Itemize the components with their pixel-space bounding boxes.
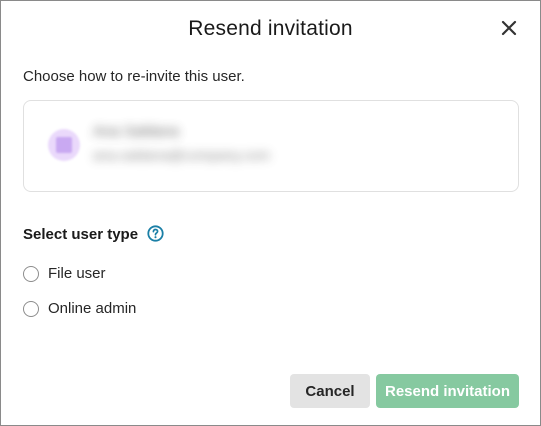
close-icon[interactable] [500,19,518,37]
user-card: Ana Saldana ana.saldana@company.com [23,100,519,192]
resend-invitation-button[interactable]: Resend invitation [376,374,519,408]
intro-text: Choose how to re-invite this user. [23,68,245,85]
avatar [48,129,80,161]
radio-label-online-admin: Online admin [48,300,137,317]
dialog-title: Resend invitation [188,17,353,40]
radio-button[interactable] [23,300,39,317]
resend-invitation-dialog: Resend invitation Choose how to re-invit… [0,0,541,426]
radio-button[interactable] [23,265,39,282]
question-circle-icon[interactable] [147,225,164,242]
user-email: ana.saldana@company.com [93,147,270,163]
user-type-label: Select user type [23,226,139,243]
cancel-button[interactable]: Cancel [290,374,370,408]
user-name: Ana Saldana [93,123,179,140]
radio-file-user[interactable]: File user [23,265,106,282]
radio-online-admin[interactable]: Online admin [23,300,136,317]
radio-label-file-user: File user [48,265,106,282]
